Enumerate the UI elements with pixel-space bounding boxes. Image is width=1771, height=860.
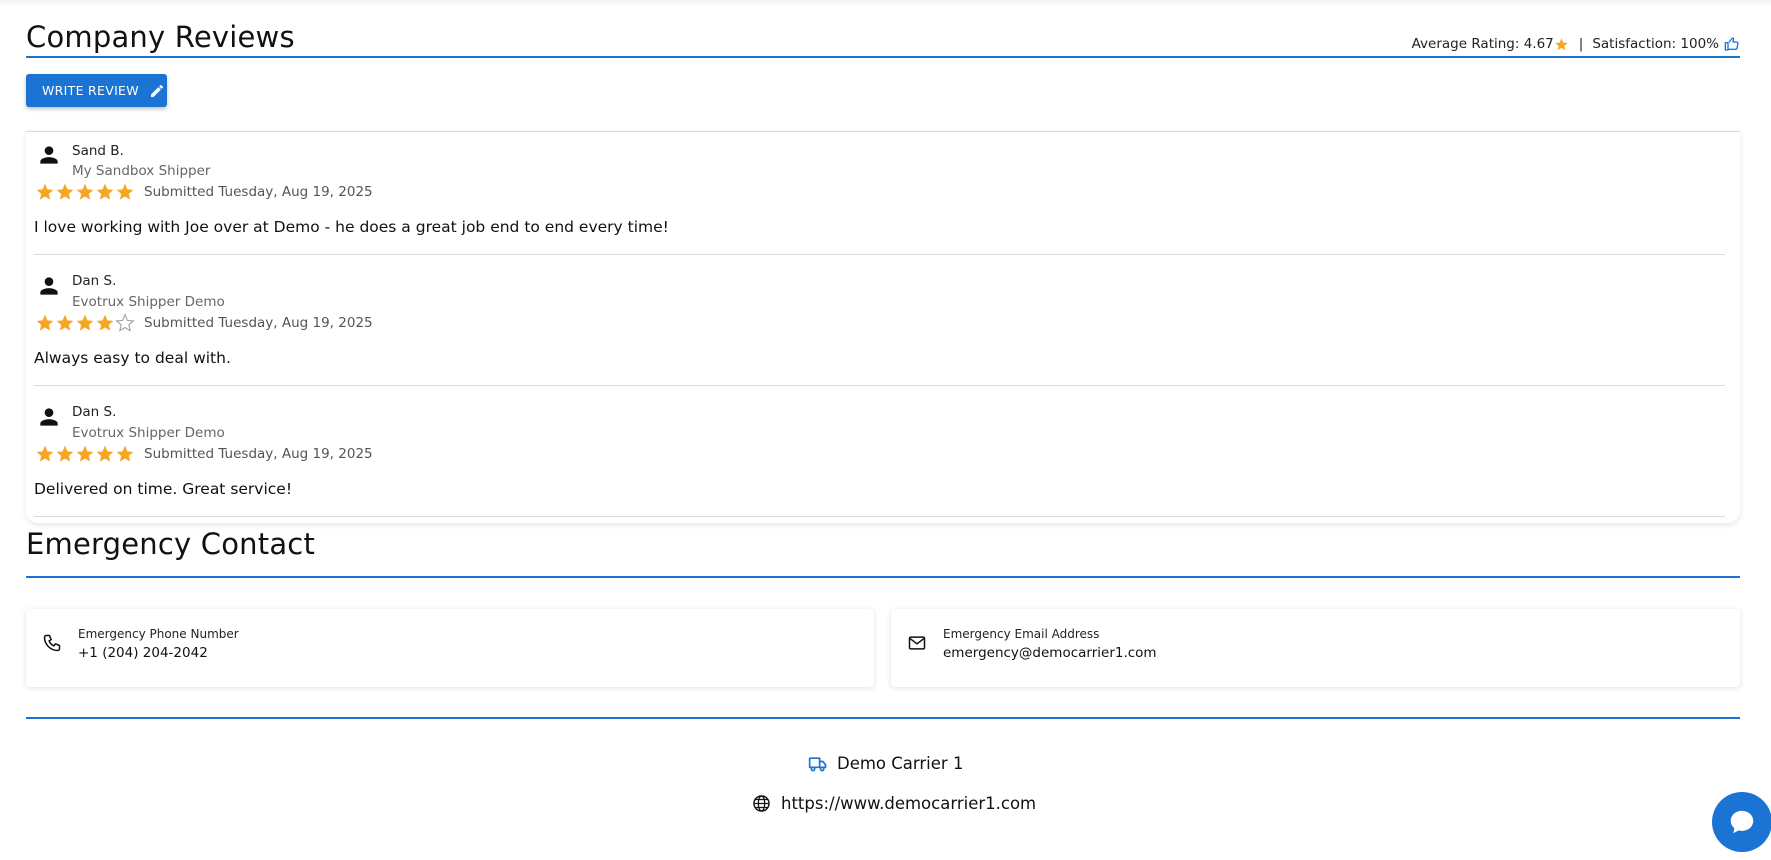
reviewer-name: Dan S. (72, 273, 117, 289)
star-rating (35, 182, 135, 202)
reviewer-company: Evotrux Shipper Demo (72, 425, 225, 441)
emergency-email-label: Emergency Email Address (943, 627, 1100, 641)
person-icon (36, 142, 62, 168)
footer-company-name: Demo Carrier 1 (837, 754, 964, 773)
emergency-email-value[interactable]: emergency@democarrier1.com (943, 645, 1157, 661)
emergency-phone-value[interactable]: +1 (204) 204-2042 (78, 645, 208, 661)
star-filled-icon (96, 183, 114, 200)
average-rating-text: Average Rating: 4.67 (1411, 36, 1554, 52)
star-filled-icon (116, 445, 134, 462)
satisfaction-text: Satisfaction: 100% (1592, 36, 1719, 52)
star-filled-icon (36, 445, 54, 462)
chat-button[interactable] (1712, 792, 1771, 852)
chat-bubble-icon (1727, 807, 1757, 837)
star-filled-icon (76, 314, 94, 331)
footer-website-link[interactable]: https://www.democarrier1.com (781, 794, 1036, 813)
star-rating (35, 444, 135, 464)
reviewer-company: Evotrux Shipper Demo (72, 294, 225, 310)
reviews-title: Company Reviews (26, 20, 295, 54)
review-text: Delivered on time. Great service! (34, 480, 293, 498)
globe-icon (752, 794, 771, 813)
star-filled-icon (76, 183, 94, 200)
review-item: Sand B. My Sandbox Shipper Submitted Tue… (34, 132, 1725, 255)
star-icon (1554, 37, 1569, 52)
rating-summary: Average Rating: 4.67 | Satisfaction: 100… (1412, 36, 1740, 52)
star-filled-icon (96, 314, 114, 331)
thumbs-up-icon (1724, 36, 1740, 52)
emergency-email-card: Emergency Email Address emergency@democa… (891, 609, 1740, 687)
review-text: I love working with Joe over at Demo - h… (34, 218, 669, 236)
emergency-phone-label: Emergency Phone Number (78, 627, 239, 641)
star-filled-icon (36, 314, 54, 331)
reviewer-name: Sand B. (72, 143, 124, 159)
submitted-date: Submitted Tuesday, Aug 19, 2025 (144, 446, 373, 462)
star-filled-icon (36, 183, 54, 200)
truck-icon (808, 755, 828, 773)
submitted-date: Submitted Tuesday, Aug 19, 2025 (144, 184, 373, 200)
top-shadow-strip (0, 0, 1771, 6)
person-icon (36, 404, 62, 430)
phone-icon (42, 633, 64, 655)
star-rating (35, 313, 135, 333)
review-item: Dan S. Evotrux Shipper Demo Submitted Tu… (34, 255, 1725, 386)
star-filled-icon (116, 183, 134, 200)
footer-website: https://www.democarrier1.com (752, 794, 1036, 813)
emergency-phone-card: Emergency Phone Number +1 (204) 204-2042 (26, 609, 874, 687)
pencil-icon (149, 83, 165, 99)
submitted-date: Submitted Tuesday, Aug 19, 2025 (144, 315, 373, 331)
write-review-button[interactable]: WRITE REVIEW (26, 74, 167, 107)
emergency-title: Emergency Contact (26, 527, 316, 561)
star-empty-icon (115, 313, 135, 332)
reviews-section-header: Company Reviews Average Rating: 4.67 | S… (26, 18, 1740, 58)
review-text: Always easy to deal with. (34, 349, 231, 367)
emergency-section-header: Emergency Contact (26, 522, 1740, 578)
review-item: Dan S. Evotrux Shipper Demo Submitted Tu… (34, 386, 1725, 517)
mail-icon (907, 633, 929, 655)
star-filled-icon (56, 183, 74, 200)
write-review-label: WRITE REVIEW (42, 83, 139, 98)
star-filled-icon (56, 445, 74, 462)
reviewer-company: My Sandbox Shipper (72, 163, 211, 179)
footer-company: Demo Carrier 1 (808, 754, 963, 773)
rating-separator: | (1578, 36, 1584, 52)
person-icon (36, 273, 62, 299)
star-filled-icon (76, 445, 94, 462)
reviews-list: Sand B. My Sandbox Shipper Submitted Tue… (26, 131, 1740, 523)
footer-divider (26, 717, 1740, 719)
star-filled-icon (96, 445, 114, 462)
star-filled-icon (56, 314, 74, 331)
reviewer-name: Dan S. (72, 404, 117, 420)
